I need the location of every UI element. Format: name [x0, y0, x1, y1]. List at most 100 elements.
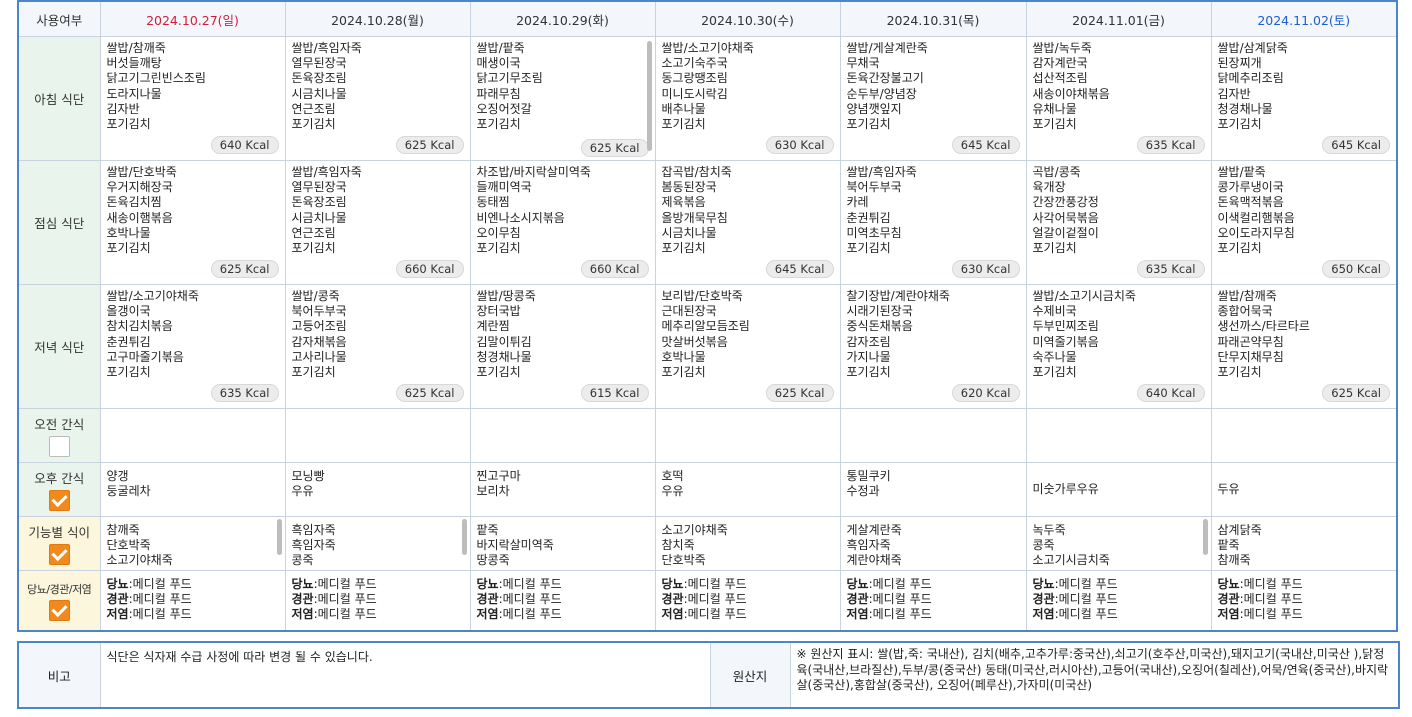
origin-text: ※ 원산지 표시: 쌀(밥,죽: 국내산), 김치(배추,고추가루:중국산),쇠… — [796, 647, 1389, 692]
lunch-cell: 쌀밥/흑임자죽 열무된장국 돈육장조림 시금치나물 연근조림 포기김치 660 Kcal — [284, 160, 471, 285]
diet-value: :메디컬 푸드 — [1054, 592, 1118, 606]
diet-type: 당뇨 — [1032, 577, 1055, 591]
breakfast-cell: 쌀밥/참깨죽 버섯들깨탕 닭고기그린빈스조림 도라지나물 김자반 포기김치 640 Kcal — [99, 36, 286, 161]
diet-type: 경관 — [1032, 592, 1055, 606]
functional-list: 녹두죽 콩죽 소고기시금치죽 — [1027, 517, 1211, 568]
calorie-badge: 625 Kcal — [1322, 384, 1390, 402]
snack-text — [471, 409, 655, 415]
functional-label: 기능별 식이 — [28, 525, 90, 540]
menu-item: 북어두부국 — [846, 180, 902, 195]
breakfast-row: 아침 식단 쌀밥/참깨죽 버섯들깨탕 닭고기그린빈스조림 도라지나물 김자반 포기김치 64… — [17, 36, 1398, 161]
calorie-badge: 645 Kcal — [765, 260, 834, 278]
menu-list: 쌀밥/소고기시금치죽 수제비국 두부민찌조림 미역줄기볶음 숙주나물 포기김치 — [1027, 285, 1211, 380]
menu-list: 곡밥/콩죽 육개장 간장깐풍강정 사각어묵볶음 얼갈이겉절이 포기김치 — [1027, 161, 1211, 256]
am-snack-checkbox[interactable] — [48, 436, 70, 457]
menu-item: 동태찜 — [476, 195, 510, 210]
dinner-row: 저녁 식단 쌀밥/소고기야채죽 올갱이국 참치김치볶음 춘권튀김 고구마줄기볶음 포기김치… — [17, 284, 1398, 409]
menu-item: 포기김치 — [106, 117, 151, 132]
functional-item: 삼계닭죽 — [1217, 523, 1262, 537]
snack-text: 양갱 둥굴레차 — [101, 463, 285, 499]
scrollbar[interactable] — [276, 519, 282, 555]
menu-item: 쌀밥/삼계닭죽 — [1217, 41, 1288, 55]
menu-item: 근대된장국 — [661, 304, 717, 319]
lunch-cell: 차조밥/바지락살미역죽 들깨미역국 동태찜 비엔나소시지볶음 오이무침 포기김치 660 K… — [469, 160, 656, 285]
weekday-text: (수) — [772, 12, 794, 28]
diet-cell: 당뇨:메디컬 푸드 경관:메디컬 푸드 저염:메디컬 푸드 — [654, 570, 841, 632]
remark-text: 식단은 식자재 수급 사정에 따라 변경 될 수 있습니다. — [106, 650, 373, 664]
diet-line: 저염:메디컬 푸드 — [107, 607, 279, 622]
diet-type: 당뇨 — [1217, 577, 1240, 591]
lunch-cell: 쌀밥/흑임자죽 북어두부국 카레 춘권튀김 미역초무침 포기김치 630 Kcal — [839, 160, 1027, 285]
pm-snack-row: 오후 간식 양갱 둥굴레차 모닝빵 우유 찐고구마 보리차 호떡 우유 통밀쿠키 수정과 미숫가루우… — [17, 462, 1398, 517]
menu-item: 중식돈채볶음 — [846, 319, 913, 334]
pm-snack-cell: 양갱 둥굴레차 — [99, 462, 286, 517]
functional-item: 참깨죽 — [106, 523, 140, 537]
snack-text: 모닝빵 우유 — [286, 463, 470, 499]
date-header: 2024.10.30(수) — [654, 0, 841, 37]
diet-checkbox[interactable] — [48, 599, 70, 621]
diet-value: :메디컬 푸드 — [498, 607, 562, 621]
diet-line: 당뇨:메디컬 푸드 — [847, 577, 1020, 592]
pm-snack-checkbox[interactable] — [48, 490, 70, 511]
menu-item: 쌀밥/땅콩죽 — [476, 289, 536, 303]
diet-value: :메디컬 푸드 — [498, 577, 562, 591]
diet-line: 경관:메디컬 푸드 — [1033, 592, 1205, 607]
diet-line: 저염:메디컬 푸드 — [477, 607, 649, 622]
snack-text — [1027, 409, 1211, 415]
menu-list: 보리밥/단호박죽 근대된장국 메추리알모듬조림 맛살버섯볶음 호박나물 포기김치 — [656, 285, 840, 380]
diet-cell: 당뇨:메디컬 푸드 경관:메디컬 푸드 저염:메디컬 푸드 — [284, 570, 471, 632]
calorie-badge: 660 Kcal — [395, 260, 464, 278]
menu-item: 메추리알모듬조림 — [661, 319, 750, 334]
scrollbar[interactable] — [646, 41, 652, 151]
date-text: 2024.11.02 — [1257, 12, 1329, 28]
diet-list: 당뇨:메디컬 푸드 경관:메디컬 푸드 저염:메디컬 푸드 — [1212, 571, 1397, 622]
functional-item: 녹두죽 — [1032, 523, 1066, 537]
snack-text — [101, 409, 285, 415]
functional-cell: 참깨죽 단호박죽 소고기야채죽 — [99, 516, 286, 571]
diet-type: 경관 — [291, 592, 314, 606]
menu-item: 쌀밥/녹두죽 — [1032, 41, 1092, 55]
diet-line: 당뇨:메디컬 푸드 — [477, 577, 649, 592]
menu-item: 콩가루냉이국 — [1217, 180, 1284, 195]
calorie-badge: 630 Kcal — [951, 260, 1020, 278]
menu-item: 포기김치 — [476, 117, 521, 132]
dinner-cell: 쌀밥/콩죽 북어두부국 고등어조림 감자채볶음 고사리나물 포기김치 625 Kcal — [284, 284, 471, 409]
diet-type: 경관 — [476, 592, 499, 606]
calorie-badge: 640 Kcal — [210, 136, 279, 154]
scrollbar[interactable] — [461, 519, 467, 555]
menu-list: 쌀밥/흑임자죽 열무된장국 돈육장조림 시금치나물 연근조림 포기김치 — [286, 161, 470, 256]
origin-label: 원산지 — [709, 641, 791, 709]
menu-item: 미니도시락김 — [661, 86, 728, 101]
menu-item: 포기김치 — [846, 117, 891, 132]
functional-checkbox[interactable] — [48, 544, 70, 565]
weekly-menu-table: 사용여부 2024.10.27(일) 2024.10.28(월) 2024.10… — [17, 0, 1398, 632]
pm-snack-cell: 찐고구마 보리차 — [469, 462, 656, 517]
pm-snack-cell: 두유 — [1210, 462, 1398, 517]
am-snack-cell — [839, 408, 1027, 463]
menu-list: 쌀밥/팥죽 매생이국 닭고기무조림 파래무침 오징어젓갈 포기김치 — [471, 37, 655, 132]
snack-text — [841, 409, 1026, 415]
am-snack-cell — [654, 408, 841, 463]
menu-item: 오이무침 — [476, 225, 521, 240]
menu-item: 포기김치 — [1032, 241, 1077, 256]
am-snack-label-cell: 오전 간식 — [17, 408, 101, 463]
calorie-badge: 625 Kcal — [395, 384, 464, 402]
scrollbar[interactable] — [1202, 519, 1208, 555]
menu-item: 숙주나물 — [1032, 349, 1077, 364]
menu-item: 쌀밥/흑임자죽 — [291, 41, 362, 55]
am-snack-row: 오전 간식 — [17, 408, 1398, 463]
diet-value: :메디컬 푸드 — [1239, 577, 1303, 591]
weekday-text: (목) — [958, 12, 980, 28]
diet-line: 저염:메디컬 푸드 — [1218, 607, 1391, 622]
menu-list: 쌀밥/땅콩죽 장터국밥 계란찜 김말이튀김 청경채나물 포기김치 — [471, 285, 655, 380]
diet-type: 저염 — [1032, 607, 1055, 621]
functional-list: 삼계닭죽 팥죽 참깨죽 — [1212, 517, 1397, 568]
snack-text: 찐고구마 보리차 — [471, 463, 655, 499]
notes-table: 비고 식단은 식자재 수급 사정에 따라 변경 될 수 있습니다. 원산지 ※ … — [17, 641, 1400, 709]
diet-value: :메디컬 푸드 — [128, 592, 192, 606]
menu-item: 포기김치 — [1217, 241, 1262, 256]
snack-item: 통밀쿠키 — [846, 469, 891, 483]
diet-type: 당뇨 — [106, 577, 129, 591]
diet-line: 경관:메디컬 푸드 — [477, 592, 649, 607]
diet-line: 저염:메디컬 푸드 — [662, 607, 834, 622]
